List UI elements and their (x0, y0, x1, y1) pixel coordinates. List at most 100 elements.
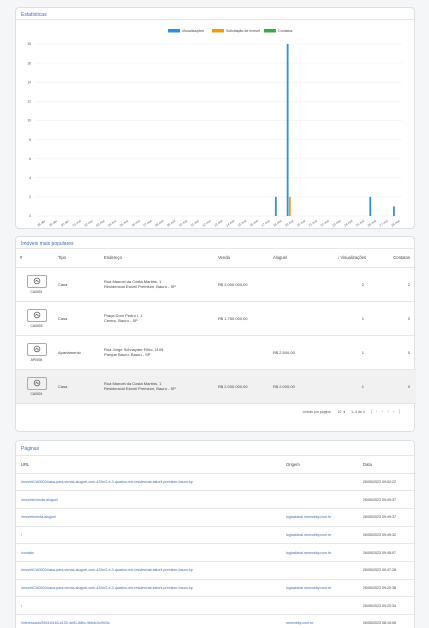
x-tick-label: 10 mai (178, 219, 188, 228)
legend-swatch[interactable] (168, 29, 180, 33)
y-tick-label: 12 (27, 100, 31, 104)
page-url-link[interactable]: /imoveis/venda-aluguel (16, 490, 281, 509)
property-row[interactable]: CA0003 Casa Praça Dom Pedro I, 1 Centro, Ba… (16, 301, 416, 336)
popular-properties-title: Imóveis mais populares (16, 237, 414, 249)
page-origin-link[interactable]: logicaldeal.newrobby.com.br (281, 526, 358, 545)
page-row: / logicaldeal.newrobby.com.br 26/05/2023 0… (16, 526, 416, 545)
page-origin-link[interactable]: logicaldeal.newrobby.com.br (281, 579, 358, 598)
page-row: /imovel/venda-aluguel logicaldeal.newrobb… (16, 508, 416, 527)
x-tick-label: 02 mai (83, 219, 93, 228)
page-origin-link[interactable] (281, 596, 358, 615)
page-origin-link[interactable]: logicaldeal.newrobby.com.br (281, 508, 358, 527)
property-code: CA0001 (30, 391, 43, 396)
col-endereco-header[interactable]: Endereço (100, 249, 214, 268)
property-thumb-cell: CA0001 (16, 267, 54, 302)
x-tick-label: 23 mai (331, 219, 341, 228)
property-rent-price: R$ 2.500,00 (269, 335, 322, 370)
page-date: 26/05/2023 09:49:37 (358, 508, 416, 527)
col-url-header: URL (16, 456, 281, 474)
x-tick-label: 07 mai (143, 219, 153, 228)
first-page-icon[interactable]: |‹ (371, 409, 382, 415)
pagination-range: 1–4 de 4 (351, 409, 365, 414)
x-tick-label: 18 mai (272, 219, 282, 228)
page-row: /imoveis/venda-aluguel 26/05/2023 09:49:3… (16, 490, 416, 509)
page-url-link[interactable]: /interessado/5941f4183-b130-4e81-88bc-9b… (16, 614, 281, 628)
page-url-link[interactable]: / (16, 596, 281, 615)
property-row[interactable]: AP0004 Apartamento Rua Jorge Schnayder Fil… (16, 335, 416, 370)
property-contacts: 2 (370, 267, 416, 302)
bar-visualiza-es (286, 44, 289, 216)
property-views: 1 (322, 369, 370, 404)
statistics-chart: 02468101214161828 abr 29 abr 30 abr 01 mai 0… (27, 29, 402, 228)
statistics-title: Estatísticas (16, 8, 414, 20)
property-type-link[interactable]: Casa (54, 301, 100, 336)
legend-label[interactable]: Solicitação de Imóvel (226, 29, 260, 33)
x-tick-label: 17 mai (261, 219, 271, 228)
statistics-card: Estatísticas 0 2 4 6 8 10 12 14 16 18 28 abr 29 abr… (15, 7, 415, 229)
x-tick-label: 14 mai (225, 219, 235, 228)
page-url-link[interactable]: /imovel/venda-aluguel (16, 508, 281, 527)
page-url-link[interactable]: /imovel/CA0002/casa-para-venda-aluguel-c… (16, 473, 281, 492)
property-row[interactable]: CA0001 Casa Rua Manoel da Costa Martins, 1… (16, 267, 416, 302)
page-url-link[interactable]: /imovel/CA0002/casa-para-venda-aluguel-c… (16, 579, 281, 598)
page-origin-link[interactable]: newrobby.com.br (281, 614, 358, 628)
page-origin-link[interactable] (281, 490, 358, 509)
page-origin-link[interactable] (281, 473, 358, 492)
col-venda-header[interactable]: Venda (214, 249, 269, 268)
x-tick-label: 26 mai (367, 219, 377, 228)
property-contacts: 0 (370, 369, 416, 404)
page-origin-link[interactable]: logicaldeal.newrobby.com.br (281, 543, 358, 562)
property-type-link[interactable]: Casa (54, 369, 100, 404)
property-thumb-cell: AP0004 (16, 335, 54, 370)
col-aluguel-header[interactable]: Aluguel (269, 249, 322, 268)
x-tick-label: 13 mai (213, 219, 223, 228)
last-page-icon[interactable]: ›| (393, 409, 404, 415)
sort-arrow-icon: ↓ (337, 255, 340, 261)
col-tipo-header[interactable]: Tipo (54, 249, 100, 268)
col-contatos-header[interactable]: Contatos (370, 249, 416, 268)
property-code: CA0003 (30, 323, 43, 328)
pages-card: Páginas URL Origem Data /imovel/CA0002/c… (15, 440, 416, 628)
rows-per-page-select[interactable]: 10 ▾ (337, 410, 345, 414)
legend-swatch[interactable] (264, 29, 276, 33)
x-tick-label: 29 abr (48, 218, 58, 227)
page-date: 26/05/2023 09:47:28 (358, 561, 416, 580)
image-placeholder-icon (33, 379, 40, 387)
x-tick-label: 28 abr (36, 218, 46, 227)
property-sale-price: R$ 1.750.000,00 (214, 301, 269, 336)
x-tick-label: 11 mai (190, 219, 200, 228)
property-code: AP0004 (30, 357, 43, 362)
property-address: Rua Manoel da Costa Martins, 1 Residencia… (100, 267, 214, 302)
x-tick-label: 21 mai (308, 219, 318, 228)
col-visualizacoes-label: Visualizações (340, 255, 366, 261)
x-tick-label: 30 abr (60, 218, 70, 227)
legend-label[interactable]: Visualizações (182, 29, 204, 33)
legend-swatch[interactable] (212, 29, 224, 33)
page-url-link[interactable]: /imovel/CA0002/casa-para-venda-aluguel-c… (16, 561, 281, 580)
page-url-link[interactable]: /contato (16, 543, 281, 562)
page-date: 26/05/2023 09:48:07 (358, 543, 416, 562)
table-pagination: Linhas por página: 10 ▾ 1–4 de 4 |‹‹››| (16, 404, 414, 420)
col-visualizacoes-header[interactable]: ↓ Visualizações (322, 249, 370, 268)
page-date: 26/05/2023 09:20:38 (358, 579, 416, 598)
property-rent-price (269, 267, 322, 302)
property-rent-price (269, 301, 322, 336)
page-url-link[interactable]: / (16, 526, 281, 545)
property-row[interactable]: CA0001 Casa Rua Manoel da Costa Martins, 1… (16, 369, 416, 404)
legend-label[interactable]: Contatos (278, 29, 293, 33)
y-tick-label: 6 (29, 157, 31, 161)
property-code: CA0001 (30, 289, 43, 294)
x-tick-label: 09 mai (166, 219, 176, 228)
page-origin-link[interactable] (281, 561, 358, 580)
pages-header-row: URL Origem Data (16, 456, 416, 474)
x-tick-label: 04 mai (107, 219, 117, 228)
page-row: /interessado/5941f4183-b130-4e81-88bc-9b… (16, 614, 416, 628)
property-type-link[interactable]: Apartamento (54, 335, 100, 370)
property-type-link[interactable]: Casa (54, 267, 100, 302)
y-tick-label: 16 (27, 61, 31, 65)
x-tick-label: 06 mai (131, 219, 141, 228)
chevron-down-icon: ▾ (343, 409, 346, 414)
image-placeholder-icon (33, 277, 40, 285)
property-contacts: 0 (370, 301, 416, 336)
x-tick-label: 15 mai (237, 219, 247, 228)
